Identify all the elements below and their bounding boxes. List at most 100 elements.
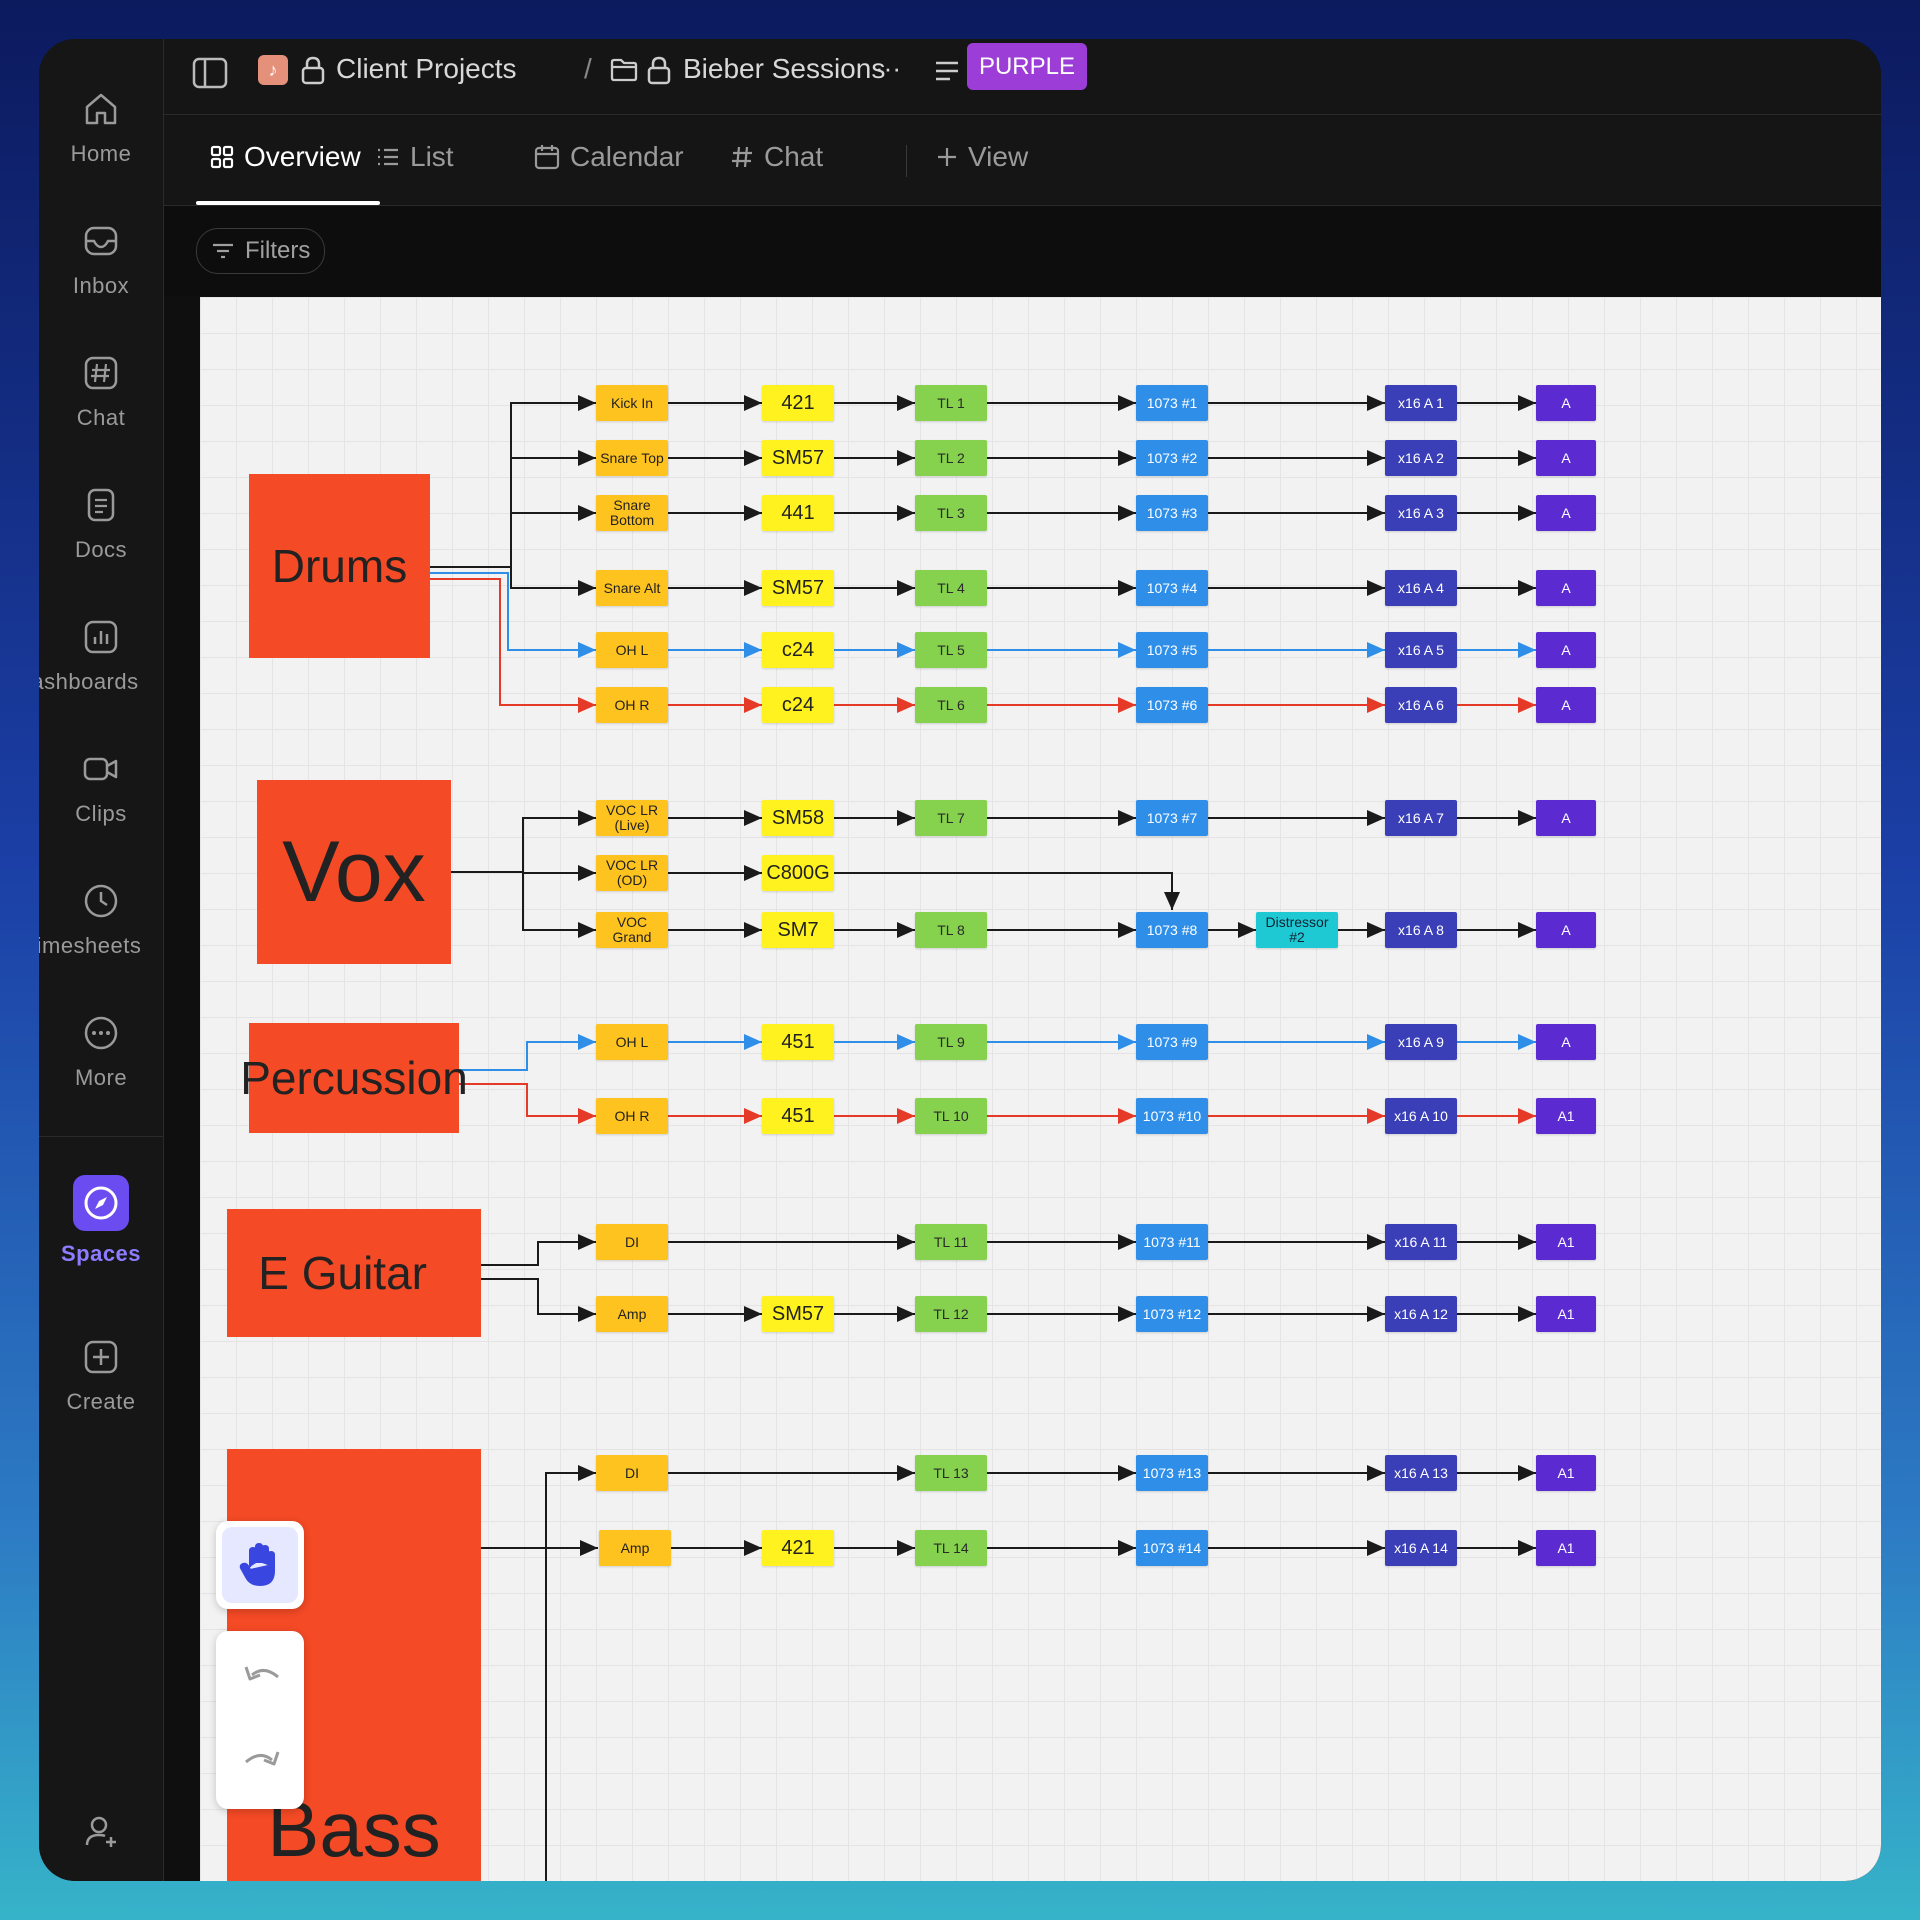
tab-chat[interactable]: Chat bbox=[730, 141, 823, 173]
preamp-node[interactable]: 1073 #2 bbox=[1136, 440, 1208, 476]
preamp-node[interactable]: 1073 #6 bbox=[1136, 687, 1208, 723]
undo-icon[interactable] bbox=[242, 1661, 282, 1691]
source-node[interactable]: Snare Alt bbox=[596, 570, 668, 606]
tl-node[interactable]: TL 10 bbox=[915, 1098, 987, 1134]
tl-node[interactable]: TL 7 bbox=[915, 800, 987, 836]
sidebar-item-dashboards[interactable]: ashboards bbox=[39, 615, 163, 695]
preamp-node[interactable]: 1073 #1 bbox=[1136, 385, 1208, 421]
tl-node[interactable]: TL 9 bbox=[915, 1024, 987, 1060]
interface-input-node[interactable]: x16 A 13 bbox=[1385, 1455, 1457, 1491]
output-node[interactable]: A bbox=[1536, 440, 1596, 476]
output-node[interactable]: A1 bbox=[1536, 1224, 1596, 1260]
source-node[interactable]: OH L bbox=[596, 632, 668, 668]
output-node[interactable]: A bbox=[1536, 570, 1596, 606]
tab-calendar[interactable]: Calendar bbox=[534, 141, 684, 173]
source-node[interactable]: Snare Top bbox=[596, 440, 668, 476]
interface-input-node[interactable]: x16 A 9 bbox=[1385, 1024, 1457, 1060]
preamp-node[interactable]: 1073 #14 bbox=[1136, 1530, 1208, 1566]
filters-button[interactable]: Filters bbox=[196, 228, 326, 274]
tl-node[interactable]: TL 6 bbox=[915, 687, 987, 723]
interface-input-node[interactable]: x16 A 14 bbox=[1385, 1530, 1457, 1566]
mic-node[interactable]: c24 bbox=[762, 632, 834, 668]
breadcrumb-folder[interactable]: Bieber Sessions bbox=[683, 53, 885, 85]
group-vox[interactable]: Vox bbox=[257, 780, 451, 964]
output-node[interactable]: A bbox=[1536, 385, 1596, 421]
output-node[interactable]: A1 bbox=[1536, 1455, 1596, 1491]
mic-node[interactable]: 421 bbox=[762, 385, 834, 421]
description-icon[interactable] bbox=[934, 59, 960, 83]
output-node[interactable]: A bbox=[1536, 1024, 1596, 1060]
preamp-node[interactable]: 1073 #8 bbox=[1136, 912, 1208, 948]
breadcrumb-more-button[interactable]: ··· bbox=[875, 53, 901, 84]
invite-user-button[interactable] bbox=[39, 1809, 163, 1863]
mic-node[interactable]: 451 bbox=[762, 1098, 834, 1134]
interface-input-node[interactable]: x16 A 2 bbox=[1385, 440, 1457, 476]
output-node[interactable]: A bbox=[1536, 912, 1596, 948]
mic-node[interactable]: SM58 bbox=[762, 800, 834, 836]
interface-input-node[interactable]: x16 A 3 bbox=[1385, 495, 1457, 531]
source-node[interactable]: OH L bbox=[596, 1024, 668, 1060]
hand-tool-button[interactable] bbox=[216, 1521, 304, 1609]
distressor-node[interactable]: Distressor #2 bbox=[1256, 912, 1338, 948]
interface-input-node[interactable]: x16 A 6 bbox=[1385, 687, 1457, 723]
preamp-node[interactable]: 1073 #7 bbox=[1136, 800, 1208, 836]
source-node[interactable]: VOC LR (Live) bbox=[596, 800, 668, 836]
output-node[interactable]: A1 bbox=[1536, 1296, 1596, 1332]
interface-input-node[interactable]: x16 A 5 bbox=[1385, 632, 1457, 668]
tl-node[interactable]: TL 13 bbox=[915, 1455, 987, 1491]
mic-node[interactable]: 451 bbox=[762, 1024, 834, 1060]
breadcrumb-space[interactable]: Client Projects bbox=[336, 53, 517, 85]
tl-node[interactable]: TL 12 bbox=[915, 1296, 987, 1332]
interface-input-node[interactable]: x16 A 12 bbox=[1385, 1296, 1457, 1332]
source-node[interactable]: VOC Grand bbox=[596, 912, 668, 948]
sidebar-item-clips[interactable]: Clips bbox=[39, 747, 163, 827]
tab-list[interactable]: List bbox=[376, 141, 454, 173]
interface-input-node[interactable]: x16 A 10 bbox=[1385, 1098, 1457, 1134]
source-node[interactable]: OH R bbox=[596, 1098, 668, 1134]
mic-node[interactable]: C800G bbox=[762, 855, 834, 891]
tl-node[interactable]: TL 3 bbox=[915, 495, 987, 531]
mic-node[interactable]: SM57 bbox=[762, 440, 834, 476]
redo-icon[interactable] bbox=[242, 1746, 282, 1776]
output-node[interactable]: A bbox=[1536, 632, 1596, 668]
group-percussion[interactable]: Percussion bbox=[240, 1023, 468, 1133]
mic-node[interactable]: SM7 bbox=[762, 912, 834, 948]
preamp-node[interactable]: 1073 #13 bbox=[1136, 1455, 1208, 1491]
preamp-node[interactable]: 1073 #12 bbox=[1136, 1296, 1208, 1332]
preamp-node[interactable]: 1073 #9 bbox=[1136, 1024, 1208, 1060]
interface-input-node[interactable]: x16 A 1 bbox=[1385, 385, 1457, 421]
tl-node[interactable]: TL 11 bbox=[915, 1224, 987, 1260]
source-node[interactable]: Kick In bbox=[596, 385, 668, 421]
interface-input-node[interactable]: x16 A 7 bbox=[1385, 800, 1457, 836]
tl-node[interactable]: TL 14 bbox=[915, 1530, 987, 1566]
sidebar-toggle-icon[interactable] bbox=[192, 57, 228, 89]
tab-add-view[interactable]: View bbox=[936, 141, 1028, 173]
interface-input-node[interactable]: x16 A 11 bbox=[1385, 1224, 1457, 1260]
tl-node[interactable]: TL 5 bbox=[915, 632, 987, 668]
sidebar-item-home[interactable]: Home bbox=[39, 87, 163, 167]
mic-node[interactable]: SM57 bbox=[762, 1296, 834, 1332]
preamp-node[interactable]: 1073 #4 bbox=[1136, 570, 1208, 606]
sidebar-item-docs[interactable]: Docs bbox=[39, 483, 163, 563]
sidebar-item-spaces[interactable]: Spaces bbox=[39, 1175, 163, 1267]
sidebar-item-chat[interactable]: Chat bbox=[39, 351, 163, 431]
source-node[interactable]: VOC LR (OD) bbox=[596, 855, 668, 891]
status-badge[interactable]: PURPLE bbox=[967, 43, 1087, 90]
source-node[interactable]: Amp bbox=[599, 1530, 671, 1566]
tl-node[interactable]: TL 1 bbox=[915, 385, 987, 421]
tab-overview[interactable]: Overview bbox=[210, 141, 361, 173]
source-node[interactable]: Snare Bottom bbox=[596, 495, 668, 531]
interface-input-node[interactable]: x16 A 8 bbox=[1385, 912, 1457, 948]
output-node[interactable]: A1 bbox=[1536, 1530, 1596, 1566]
sidebar-item-create[interactable]: Create bbox=[39, 1335, 163, 1415]
preamp-node[interactable]: 1073 #11 bbox=[1136, 1224, 1208, 1260]
source-node[interactable]: DI bbox=[596, 1455, 668, 1491]
output-node[interactable]: A bbox=[1536, 800, 1596, 836]
preamp-node[interactable]: 1073 #5 bbox=[1136, 632, 1208, 668]
interface-input-node[interactable]: x16 A 4 bbox=[1385, 570, 1457, 606]
mic-node[interactable]: SM57 bbox=[762, 570, 834, 606]
output-node[interactable]: A bbox=[1536, 687, 1596, 723]
tl-node[interactable]: TL 8 bbox=[915, 912, 987, 948]
mic-node[interactable]: 421 bbox=[762, 1530, 834, 1566]
preamp-node[interactable]: 1073 #3 bbox=[1136, 495, 1208, 531]
